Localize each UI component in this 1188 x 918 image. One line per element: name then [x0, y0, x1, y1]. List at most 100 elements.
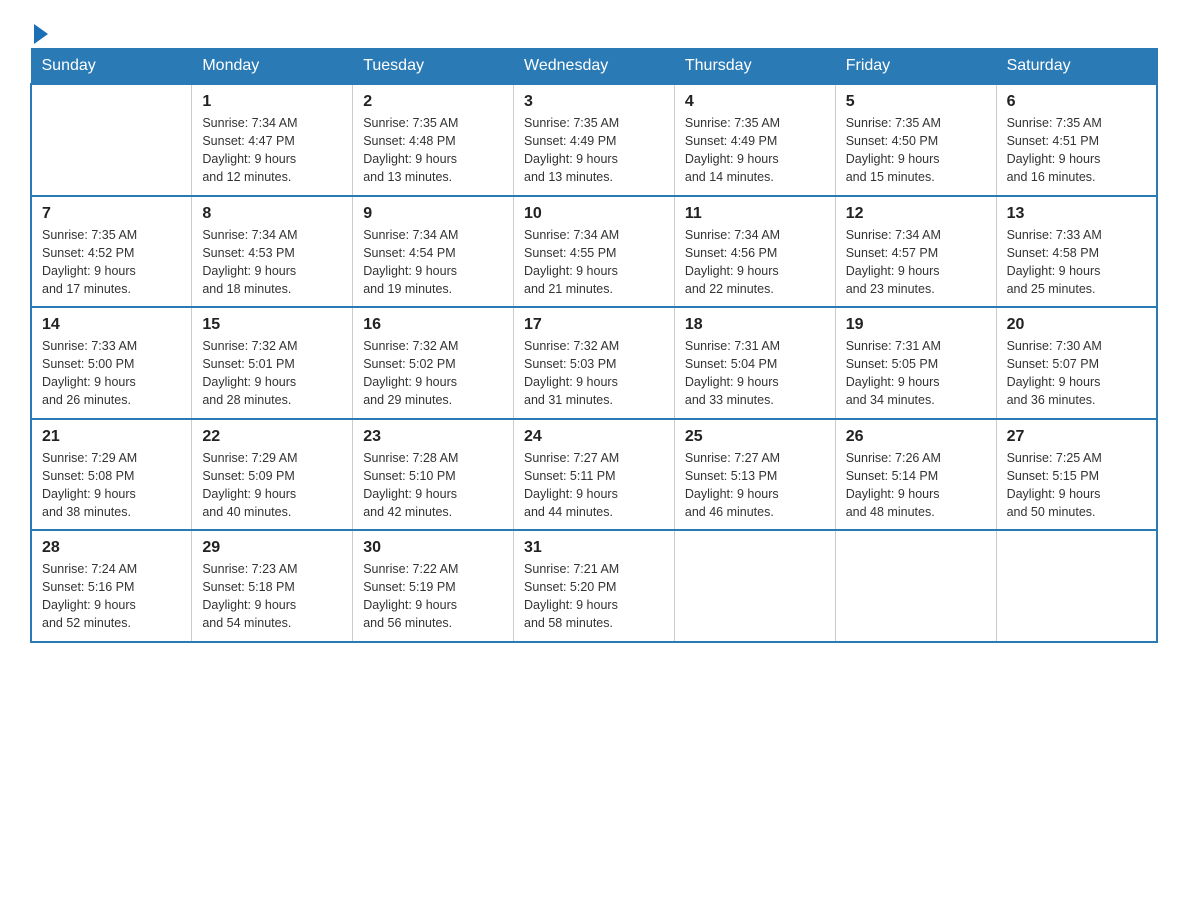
day-number: 8 [202, 205, 342, 223]
day-cell: 12 Sunrise: 7:34 AMSunset: 4:57 PMDayligh… [835, 196, 996, 308]
day-info: Sunrise: 7:35 AMSunset: 4:50 PMDaylight:… [846, 114, 986, 187]
day-info: Sunrise: 7:35 AMSunset: 4:49 PMDaylight:… [524, 114, 664, 187]
day-number: 7 [42, 205, 181, 223]
day-number: 10 [524, 205, 664, 223]
day-info: Sunrise: 7:21 AMSunset: 5:20 PMDaylight:… [524, 560, 664, 633]
day-cell [674, 530, 835, 642]
day-info: Sunrise: 7:35 AMSunset: 4:52 PMDaylight:… [42, 226, 181, 299]
day-info: Sunrise: 7:35 AMSunset: 4:51 PMDaylight:… [1007, 114, 1146, 187]
day-number: 2 [363, 93, 503, 111]
day-cell: 28 Sunrise: 7:24 AMSunset: 5:16 PMDayligh… [31, 530, 192, 642]
day-number: 14 [42, 316, 181, 334]
day-cell [31, 84, 192, 196]
day-cell: 23 Sunrise: 7:28 AMSunset: 5:10 PMDayligh… [353, 419, 514, 531]
day-cell: 11 Sunrise: 7:34 AMSunset: 4:56 PMDayligh… [674, 196, 835, 308]
page-header [30, 20, 1158, 38]
day-cell: 26 Sunrise: 7:26 AMSunset: 5:14 PMDayligh… [835, 419, 996, 531]
week-row-2: 7 Sunrise: 7:35 AMSunset: 4:52 PMDaylight… [31, 196, 1157, 308]
day-cell: 14 Sunrise: 7:33 AMSunset: 5:00 PMDayligh… [31, 307, 192, 419]
day-cell: 22Sunrise: 7:29 AMSunset: 5:09 PMDayligh… [192, 419, 353, 531]
day-info: Sunrise: 7:26 AMSunset: 5:14 PMDaylight:… [846, 449, 986, 522]
day-cell: 1 Sunrise: 7:34 AMSunset: 4:47 PMDaylight… [192, 84, 353, 196]
day-info: Sunrise: 7:28 AMSunset: 5:10 PMDaylight:… [363, 449, 503, 522]
week-row-4: 21 Sunrise: 7:29 AMSunset: 5:08 PMDayligh… [31, 419, 1157, 531]
day-number: 23 [363, 428, 503, 446]
column-header-thursday: Thursday [674, 49, 835, 85]
day-cell: 21 Sunrise: 7:29 AMSunset: 5:08 PMDayligh… [31, 419, 192, 531]
column-header-tuesday: Tuesday [353, 49, 514, 85]
column-header-friday: Friday [835, 49, 996, 85]
day-info: Sunrise: 7:31 AMSunset: 5:04 PMDaylight:… [685, 337, 825, 410]
day-number: 18 [685, 316, 825, 334]
day-number: 27 [1007, 428, 1146, 446]
day-info: Sunrise: 7:25 AMSunset: 5:15 PMDaylight:… [1007, 449, 1146, 522]
day-cell: 13Sunrise: 7:33 AMSunset: 4:58 PMDayligh… [996, 196, 1157, 308]
day-number: 12 [846, 205, 986, 223]
day-info: Sunrise: 7:34 AMSunset: 4:54 PMDaylight:… [363, 226, 503, 299]
day-info: Sunrise: 7:33 AMSunset: 5:00 PMDaylight:… [42, 337, 181, 410]
day-cell: 3 Sunrise: 7:35 AMSunset: 4:49 PMDaylight… [514, 84, 675, 196]
day-info: Sunrise: 7:30 AMSunset: 5:07 PMDaylight:… [1007, 337, 1146, 410]
day-info: Sunrise: 7:24 AMSunset: 5:16 PMDaylight:… [42, 560, 181, 633]
day-info: Sunrise: 7:34 AMSunset: 4:56 PMDaylight:… [685, 226, 825, 299]
day-info: Sunrise: 7:32 AMSunset: 5:02 PMDaylight:… [363, 337, 503, 410]
column-header-saturday: Saturday [996, 49, 1157, 85]
day-info: Sunrise: 7:34 AMSunset: 4:55 PMDaylight:… [524, 226, 664, 299]
day-info: Sunrise: 7:34 AMSunset: 4:57 PMDaylight:… [846, 226, 986, 299]
day-info: Sunrise: 7:29 AMSunset: 5:08 PMDaylight:… [42, 449, 181, 522]
day-cell: 6Sunrise: 7:35 AMSunset: 4:51 PMDaylight… [996, 84, 1157, 196]
day-number: 22 [202, 428, 342, 446]
column-header-monday: Monday [192, 49, 353, 85]
day-cell: 9 Sunrise: 7:34 AMSunset: 4:54 PMDaylight… [353, 196, 514, 308]
week-row-1: 1 Sunrise: 7:34 AMSunset: 4:47 PMDaylight… [31, 84, 1157, 196]
day-number: 3 [524, 93, 664, 111]
day-info: Sunrise: 7:32 AMSunset: 5:03 PMDaylight:… [524, 337, 664, 410]
day-info: Sunrise: 7:34 AMSunset: 4:47 PMDaylight:… [202, 114, 342, 187]
day-cell: 2 Sunrise: 7:35 AMSunset: 4:48 PMDaylight… [353, 84, 514, 196]
day-cell: 19Sunrise: 7:31 AMSunset: 5:05 PMDayligh… [835, 307, 996, 419]
day-number: 4 [685, 93, 825, 111]
day-number: 9 [363, 205, 503, 223]
day-cell: 20 Sunrise: 7:30 AMSunset: 5:07 PMDayligh… [996, 307, 1157, 419]
day-number: 17 [524, 316, 664, 334]
day-cell: 17 Sunrise: 7:32 AMSunset: 5:03 PMDayligh… [514, 307, 675, 419]
day-number: 1 [202, 93, 342, 111]
day-cell: 25 Sunrise: 7:27 AMSunset: 5:13 PMDayligh… [674, 419, 835, 531]
column-header-wednesday: Wednesday [514, 49, 675, 85]
day-number: 20 [1007, 316, 1146, 334]
day-cell: 5Sunrise: 7:35 AMSunset: 4:50 PMDaylight… [835, 84, 996, 196]
day-info: Sunrise: 7:35 AMSunset: 4:48 PMDaylight:… [363, 114, 503, 187]
day-info: Sunrise: 7:34 AMSunset: 4:53 PMDaylight:… [202, 226, 342, 299]
day-cell: 16 Sunrise: 7:32 AMSunset: 5:02 PMDayligh… [353, 307, 514, 419]
logo [30, 20, 48, 38]
day-cell: 27 Sunrise: 7:25 AMSunset: 5:15 PMDayligh… [996, 419, 1157, 531]
day-number: 15 [202, 316, 342, 334]
day-number: 29 [202, 539, 342, 557]
day-number: 26 [846, 428, 986, 446]
day-number: 16 [363, 316, 503, 334]
day-cell: 7 Sunrise: 7:35 AMSunset: 4:52 PMDaylight… [31, 196, 192, 308]
day-info: Sunrise: 7:32 AMSunset: 5:01 PMDaylight:… [202, 337, 342, 410]
day-info: Sunrise: 7:27 AMSunset: 5:13 PMDaylight:… [685, 449, 825, 522]
day-info: Sunrise: 7:27 AMSunset: 5:11 PMDaylight:… [524, 449, 664, 522]
day-cell: 30Sunrise: 7:22 AMSunset: 5:19 PMDayligh… [353, 530, 514, 642]
day-info: Sunrise: 7:23 AMSunset: 5:18 PMDaylight:… [202, 560, 342, 633]
day-cell [996, 530, 1157, 642]
calendar-table: SundayMondayTuesdayWednesdayThursdayFrid… [30, 48, 1158, 643]
day-number: 25 [685, 428, 825, 446]
day-info: Sunrise: 7:35 AMSunset: 4:49 PMDaylight:… [685, 114, 825, 187]
day-number: 11 [685, 205, 825, 223]
day-number: 13 [1007, 205, 1146, 223]
day-number: 31 [524, 539, 664, 557]
day-cell: 15 Sunrise: 7:32 AMSunset: 5:01 PMDayligh… [192, 307, 353, 419]
week-row-3: 14 Sunrise: 7:33 AMSunset: 5:00 PMDayligh… [31, 307, 1157, 419]
day-number: 19 [846, 316, 986, 334]
day-number: 30 [363, 539, 503, 557]
day-cell: 18 Sunrise: 7:31 AMSunset: 5:04 PMDayligh… [674, 307, 835, 419]
day-number: 28 [42, 539, 181, 557]
day-cell: 4 Sunrise: 7:35 AMSunset: 4:49 PMDaylight… [674, 84, 835, 196]
week-row-5: 28 Sunrise: 7:24 AMSunset: 5:16 PMDayligh… [31, 530, 1157, 642]
day-number: 21 [42, 428, 181, 446]
day-cell: 24Sunrise: 7:27 AMSunset: 5:11 PMDayligh… [514, 419, 675, 531]
day-cell: 10 Sunrise: 7:34 AMSunset: 4:55 PMDayligh… [514, 196, 675, 308]
